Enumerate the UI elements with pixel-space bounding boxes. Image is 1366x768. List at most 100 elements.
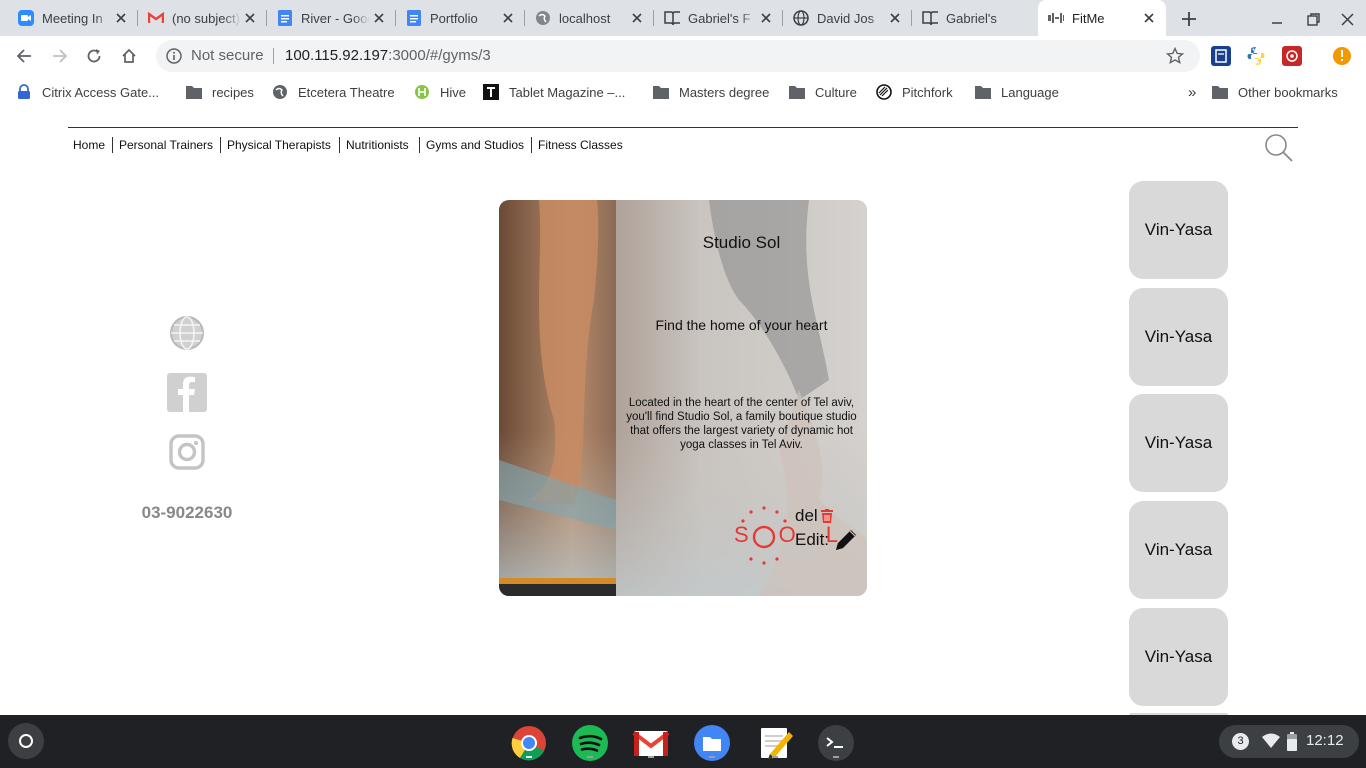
class-card[interactable]: Vin-Yasa (1129, 288, 1228, 386)
tab-title: (no subject) (172, 10, 240, 26)
close-icon[interactable] (628, 9, 646, 27)
tab-title: localhost (559, 10, 611, 26)
facebook-icon[interactable] (167, 373, 207, 412)
running-indicator (772, 756, 778, 758)
phone-number: 03-9022630 (141, 503, 233, 522)
bookmark-star-icon[interactable] (1165, 46, 1185, 70)
search-icon[interactable] (1264, 133, 1294, 163)
os-shelf: 3 12:12 (0, 715, 1366, 768)
close-icon[interactable] (1140, 9, 1158, 27)
chrome-icon[interactable] (510, 724, 548, 762)
instagram-icon[interactable] (169, 434, 205, 470)
address-bar[interactable]: Not secure 100.115.92.197:3000/#/gyms/3 (156, 40, 1200, 72)
browser-tab[interactable]: Meeting In (8, 0, 138, 36)
running-indicator (709, 756, 715, 758)
globe-icon (793, 10, 809, 26)
forward-button[interactable] (46, 42, 74, 70)
omnibox-divider (273, 48, 274, 64)
tab-title: FitMe (1072, 10, 1105, 26)
browser-tab[interactable]: (no subject) (138, 0, 267, 36)
bookmarks-overflow-button[interactable]: » (1188, 76, 1196, 108)
close-icon[interactable] (499, 9, 517, 27)
close-icon[interactable] (886, 9, 904, 27)
browser-tab-active[interactable]: FitMe (1038, 0, 1166, 36)
browser-tab[interactable]: Portfolio (396, 0, 525, 36)
status-area[interactable]: 3 12:12 (1219, 725, 1359, 758)
new-tab-button[interactable] (1178, 8, 1200, 30)
files-icon[interactable] (693, 724, 731, 762)
wifi-icon (1262, 733, 1280, 748)
notification-count: 3 (1232, 733, 1249, 750)
bookmark-folder[interactable]: recipes (186, 76, 254, 108)
nav-physical-therapists[interactable]: Physical Therapists (227, 137, 331, 153)
back-button[interactable] (10, 42, 38, 70)
minimize-button[interactable] (1268, 10, 1286, 28)
nav-fitness-classes[interactable]: Fitness Classes (538, 137, 623, 153)
spotify-icon[interactable] (571, 724, 609, 762)
studio-card: Studio Sol Find the home of your heart L… (499, 200, 867, 596)
bookmark-item[interactable]: Tablet Magazine –... (483, 76, 625, 108)
info-icon[interactable] (166, 48, 182, 69)
edit-button[interactable]: Edit: (795, 527, 859, 553)
url-text[interactable]: 100.115.92.197:3000/#/gyms/3 (285, 47, 491, 64)
close-icon[interactable] (112, 9, 130, 27)
studio-description: Located in the heart of the center of Te… (626, 397, 857, 451)
bookmark-item[interactable]: Hive (414, 76, 466, 108)
url-path: :3000/#/gyms/3 (388, 47, 491, 64)
plus-icon (1182, 12, 1196, 26)
terminal-icon[interactable] (817, 724, 855, 762)
book-icon (922, 10, 938, 26)
delete-label: del (795, 506, 818, 525)
extension-python-icon[interactable] (1246, 46, 1266, 66)
nav-home[interactable]: Home (73, 137, 105, 153)
docs-icon (277, 10, 293, 26)
bookmark-label: Etcetera Theatre (298, 84, 395, 100)
class-card[interactable]: Vin-Yasa (1129, 608, 1228, 706)
other-bookmarks[interactable]: Other bookmarks (1212, 76, 1338, 108)
bookmark-folder[interactable]: Language (975, 76, 1059, 108)
gmail-icon[interactable] (632, 724, 670, 762)
close-icon[interactable] (370, 9, 388, 27)
website-globe-icon[interactable] (169, 315, 205, 351)
extension-red-icon[interactable] (1282, 46, 1302, 66)
bookmark-folder[interactable]: Masters degree (653, 76, 769, 108)
update-alert-icon[interactable] (1333, 47, 1351, 65)
class-card[interactable]: Vin-Yasa (1129, 181, 1228, 279)
tab-title: Gabriel's (946, 10, 997, 26)
restore-button[interactable] (1304, 10, 1322, 28)
tab-title: Gabriel's F (688, 10, 751, 26)
bookmark-item[interactable]: Pitchfork (876, 76, 953, 108)
browser-tab[interactable]: Gabriel's F (654, 0, 783, 36)
bookmark-folder[interactable]: Culture (789, 76, 857, 108)
bookmark-item[interactable]: Etcetera Theatre (272, 76, 395, 108)
nav-divider (531, 137, 532, 153)
home-button[interactable] (115, 42, 143, 70)
reload-button[interactable] (80, 42, 108, 70)
bookmark-item[interactable]: Citrix Access Gate... (16, 76, 159, 108)
class-name: Vin-Yasa (1144, 327, 1213, 346)
browser-tab[interactable]: David Jos (783, 0, 912, 36)
nav-nutritionists[interactable]: Nutritionists (346, 137, 409, 153)
browser-tab[interactable]: localhost (525, 0, 654, 36)
close-window-button[interactable] (1338, 10, 1356, 28)
pencil-icon (836, 530, 857, 550)
nav-personal-trainers[interactable]: Personal Trainers (119, 137, 213, 153)
bookmark-label: recipes (212, 84, 254, 100)
browser-tab[interactable]: Gabriel's (912, 0, 1038, 36)
launcher-button[interactable] (8, 723, 44, 759)
close-icon[interactable] (757, 9, 775, 27)
browser-tab[interactable]: River - Google Docs (267, 0, 396, 36)
text-editor-icon[interactable] (756, 724, 794, 762)
class-name: Vin-Yasa (1144, 433, 1213, 452)
delete-button[interactable]: del (795, 506, 833, 526)
close-icon[interactable] (241, 9, 259, 27)
url-host: 100.115.92.197 (285, 47, 389, 64)
class-card[interactable]: Vin-Yasa (1129, 501, 1228, 599)
globe-icon (535, 10, 551, 26)
folder-icon (789, 84, 805, 100)
class-card[interactable]: Vin-Yasa (1129, 394, 1228, 492)
nav-gyms-and-studios[interactable]: Gyms and Studios (426, 137, 524, 153)
folder-icon (975, 84, 991, 100)
class-name: Vin-Yasa (1144, 220, 1213, 239)
extension-dictionary-icon[interactable] (1211, 46, 1231, 66)
